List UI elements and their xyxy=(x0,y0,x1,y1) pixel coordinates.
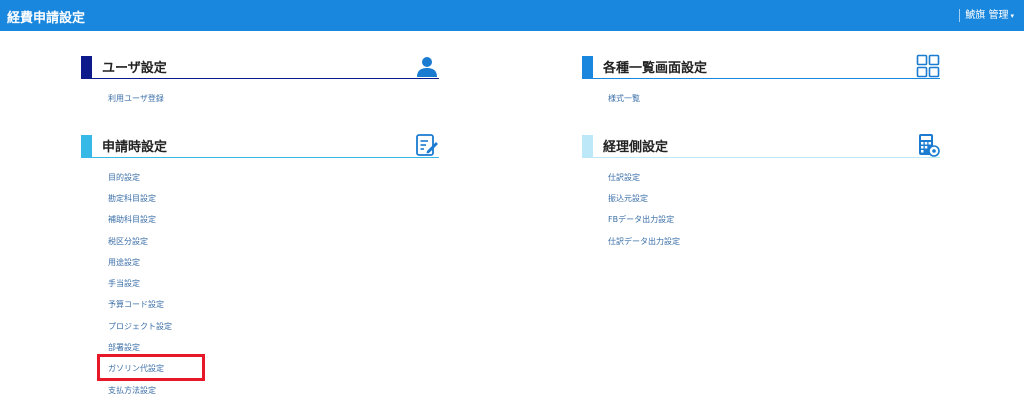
link-department[interactable]: 部署設定 xyxy=(108,342,140,353)
link-payment-method[interactable]: 支払方法設定 xyxy=(108,385,156,396)
edit-document-icon xyxy=(416,134,438,156)
section-underline xyxy=(81,78,439,79)
link-allowance[interactable]: 手当設定 xyxy=(108,278,140,289)
section-title: 各種一覧画面設定 xyxy=(603,61,708,76)
link-account-title[interactable]: 勘定科目設定 xyxy=(108,193,156,204)
user-menu[interactable]: 鯱旗 管理 ▾ xyxy=(959,9,1014,22)
link-journal[interactable]: 仕訳設定 xyxy=(608,172,640,183)
user-name: 鯱旗 管理 xyxy=(965,10,1009,21)
link-project[interactable]: プロジェクト設定 xyxy=(108,321,172,332)
link-form-list[interactable]: 様式一覧 xyxy=(608,93,640,104)
section-underline xyxy=(582,78,940,79)
person-icon xyxy=(417,57,437,77)
section-accounting-settings: 経理側設定 xyxy=(582,134,940,158)
grid-icon xyxy=(916,54,940,78)
section-title: 経理側設定 xyxy=(603,140,669,155)
section-title: ユーザ設定 xyxy=(102,61,167,76)
app-title: 経費申請設定 xyxy=(7,11,86,26)
link-usage[interactable]: 用途設定 xyxy=(108,257,140,268)
section-list-settings: 各種一覧画面設定 xyxy=(582,54,940,79)
section-accent-bar xyxy=(81,56,92,78)
chevron-down-icon: ▾ xyxy=(1010,12,1014,20)
link-sub-account[interactable]: 補助科目設定 xyxy=(108,214,156,225)
section-user-settings: ユーザ設定 xyxy=(81,56,439,79)
link-budget-code[interactable]: 予算コード設定 xyxy=(108,299,164,310)
section-accent-bar xyxy=(582,135,593,157)
highlight-box xyxy=(97,354,205,381)
link-transfer-source[interactable]: 振込元設定 xyxy=(608,193,648,204)
section-title: 申請時設定 xyxy=(102,140,168,155)
link-journal-data-output[interactable]: 仕訳データ出力設定 xyxy=(608,236,680,247)
section-underline xyxy=(81,157,439,158)
link-user-registration[interactable]: 利用ユーザ登録 xyxy=(108,93,164,104)
section-underline xyxy=(582,157,940,158)
calculator-icon xyxy=(919,134,940,157)
link-tax-category[interactable]: 税区分設定 xyxy=(108,236,148,247)
section-accent-bar xyxy=(81,135,92,157)
section-accent-bar xyxy=(582,56,593,78)
link-purpose[interactable]: 目的設定 xyxy=(108,172,140,183)
section-apply-settings: 申請時設定 xyxy=(81,134,439,158)
top-bar: 経費申請設定 鯱旗 管理 ▾ xyxy=(0,0,1024,31)
link-fb-data-output[interactable]: FBデータ出力設定 xyxy=(608,214,674,225)
